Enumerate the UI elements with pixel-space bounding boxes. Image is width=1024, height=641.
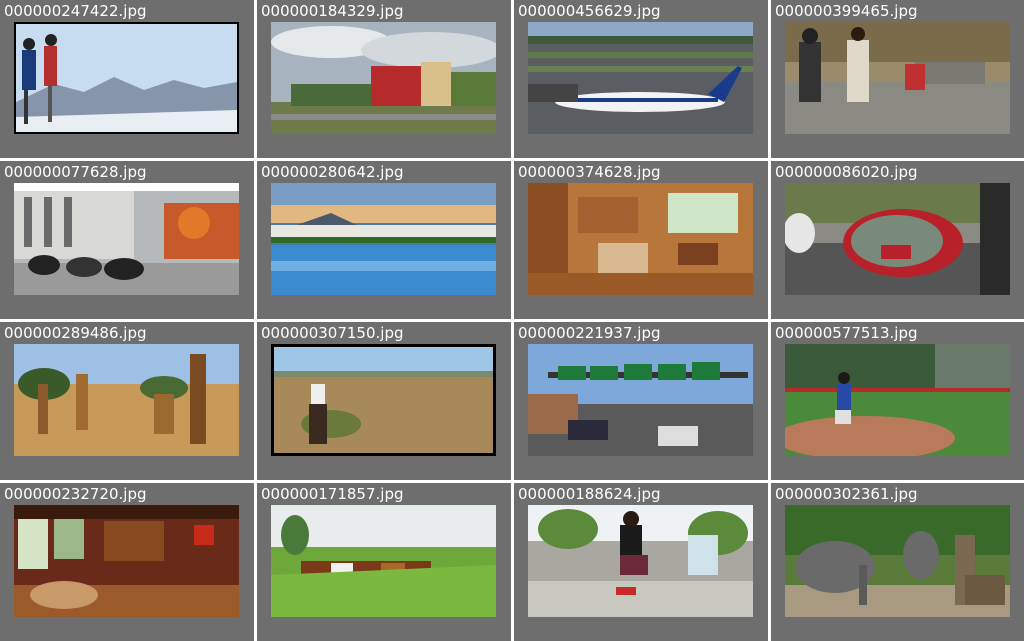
- thumbnail-image-cattle-field[interactable]: [271, 505, 496, 617]
- thumbnail-filename: 000000374628.jpg: [518, 163, 661, 181]
- thumbnail-tile[interactable]: 000000307150.jpg: [257, 322, 511, 480]
- thumbnail-filename: 000000302361.jpg: [775, 485, 918, 503]
- thumbnail-tile[interactable]: 000000302361.jpg: [771, 483, 1024, 641]
- thumbnail-image-horse-rider[interactable]: [271, 344, 496, 456]
- thumbnail-image-skateboarder[interactable]: [528, 505, 753, 617]
- thumbnail-tile[interactable]: 000000374628.jpg: [514, 161, 768, 319]
- thumbnail-image-lake-resort[interactable]: [271, 183, 496, 295]
- thumbnail-filename: 000000289486.jpg: [4, 324, 147, 342]
- thumbnail-filename: 000000280642.jpg: [261, 163, 404, 181]
- thumbnail-image-side-mirror[interactable]: [785, 183, 1010, 295]
- thumbnail-tile[interactable]: 000000577513.jpg: [771, 322, 1024, 480]
- thumbnail-filename: 000000232720.jpg: [4, 485, 147, 503]
- thumbnail-tile[interactable]: 000000184329.jpg: [257, 0, 511, 158]
- thumbnail-filename: 000000307150.jpg: [261, 324, 404, 342]
- thumbnail-image-motorcycles[interactable]: [14, 183, 239, 295]
- thumbnail-filename: 000000171857.jpg: [261, 485, 404, 503]
- thumbnail-filename: 000000086020.jpg: [775, 163, 918, 181]
- thumbnail-image-train[interactable]: [271, 22, 496, 134]
- thumbnail-tile[interactable]: 000000399465.jpg: [771, 0, 1024, 158]
- thumbnail-image-skiers[interactable]: [14, 22, 239, 134]
- thumbnail-tile[interactable]: 000000221937.jpg: [514, 322, 768, 480]
- thumbnail-filename: 000000577513.jpg: [775, 324, 918, 342]
- thumbnail-tile[interactable]: 000000232720.jpg: [0, 483, 254, 641]
- thumbnail-filename: 000000221937.jpg: [518, 324, 661, 342]
- thumbnail-image-airplane[interactable]: [528, 22, 753, 134]
- thumbnail-image-kitchen[interactable]: [528, 183, 753, 295]
- thumbnail-image-giraffes[interactable]: [14, 344, 239, 456]
- thumbnail-filename: 000000399465.jpg: [775, 2, 918, 20]
- thumbnail-filename: 000000188624.jpg: [518, 485, 661, 503]
- thumbnail-tile[interactable]: 000000086020.jpg: [771, 161, 1024, 319]
- thumbnail-filename: 000000077628.jpg: [4, 163, 147, 181]
- thumbnail-image-baseball[interactable]: [785, 344, 1010, 456]
- thumbnail-image-living-room[interactable]: [14, 505, 239, 617]
- thumbnail-tile[interactable]: 000000280642.jpg: [257, 161, 511, 319]
- thumbnail-grid: 000000247422.jpg 000000184329.jpg 000000…: [0, 0, 1024, 641]
- thumbnail-tile[interactable]: 000000289486.jpg: [0, 322, 254, 480]
- thumbnail-image-highway-signs[interactable]: [528, 344, 753, 456]
- thumbnail-filename: 000000247422.jpg: [4, 2, 147, 20]
- thumbnail-tile[interactable]: 000000188624.jpg: [514, 483, 768, 641]
- thumbnail-tile[interactable]: 000000456629.jpg: [514, 0, 768, 158]
- thumbnail-tile[interactable]: 000000077628.jpg: [0, 161, 254, 319]
- thumbnail-filename: 000000456629.jpg: [518, 2, 661, 20]
- thumbnail-image-elephants[interactable]: [785, 505, 1010, 617]
- thumbnail-tile[interactable]: 000000171857.jpg: [257, 483, 511, 641]
- thumbnail-filename: 000000184329.jpg: [261, 2, 404, 20]
- thumbnail-image-park-walkers[interactable]: [785, 22, 1010, 134]
- thumbnail-tile[interactable]: 000000247422.jpg: [0, 0, 254, 158]
